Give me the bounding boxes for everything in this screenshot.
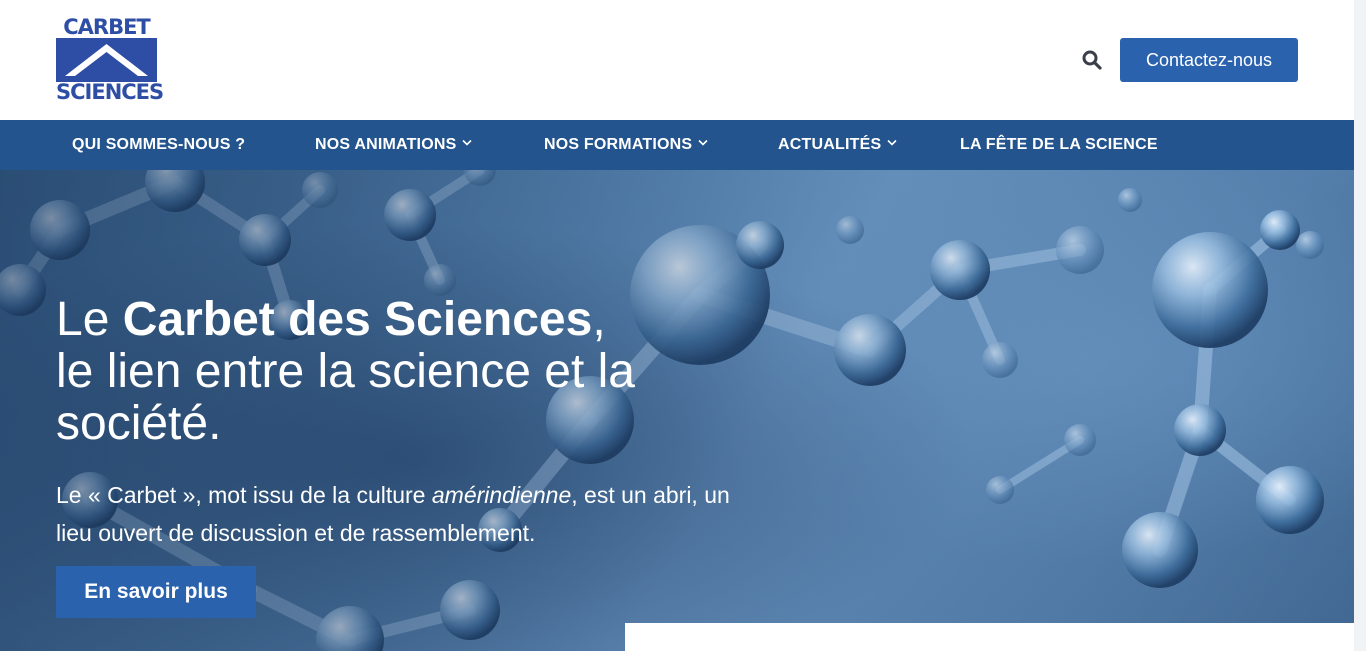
logo-text-bottom: SCIENCES	[56, 80, 164, 104]
search-button[interactable]	[1080, 48, 1104, 72]
chevron-down-icon	[698, 140, 708, 146]
page: CARBET SCIENCES Contactez-nous QUI SOMME…	[0, 0, 1354, 651]
learn-more-button[interactable]: En savoir plus	[56, 566, 256, 618]
hero-title-comma: ,	[592, 293, 606, 346]
site-header: CARBET SCIENCES Contactez-nous	[0, 0, 1354, 120]
nav-item-nos-formations[interactable]: NOS FORMATIONS	[544, 120, 708, 170]
nav-item-label: ACTUALITÉS	[778, 136, 882, 153]
hero-title-line2: le lien entre la science et la	[56, 345, 635, 398]
hero-description: Le « Carbet », mot issu de la culture am…	[56, 476, 756, 552]
search-icon	[1082, 50, 1102, 70]
content-panel-top	[625, 623, 1354, 651]
nav-item-label: QUI SOMMES-NOUS ?	[72, 136, 246, 153]
main-navigation: QUI SOMMES-NOUS ? NOS ANIMATIONS NOS FOR…	[0, 120, 1354, 170]
contact-button[interactable]: Contactez-nous	[1120, 38, 1298, 82]
hero-title-prefix: Le	[56, 293, 123, 346]
nav-item-label: NOS ANIMATIONS	[315, 136, 457, 153]
hero-title-line3: société.	[56, 397, 222, 450]
hero-text-italic: amérindienne	[431, 482, 572, 508]
nav-item-fete-de-la-science[interactable]: LA FÊTE DE LA SCIENCE	[960, 120, 1158, 170]
hero-text-part1: Le « Carbet », mot issu de la culture	[56, 482, 432, 508]
logo-roof-icon	[56, 38, 157, 82]
page-scrollbar[interactable]	[1354, 0, 1366, 651]
chevron-down-icon	[462, 140, 473, 146]
nav-item-qui-sommes-nous[interactable]: QUI SOMMES-NOUS ?	[72, 120, 245, 170]
nav-item-actualites[interactable]: ACTUALITÉS	[778, 120, 897, 170]
site-logo[interactable]: CARBET SCIENCES	[56, 15, 164, 104]
nav-item-label: LA FÊTE DE LA SCIENCE	[960, 136, 1158, 153]
hero-banner: Le Carbet des Sciences, le lien entre la…	[0, 170, 1354, 651]
nav-item-nos-animations[interactable]: NOS ANIMATIONS	[315, 120, 473, 170]
chevron-down-icon	[887, 140, 897, 146]
logo-text-top: CARBET	[63, 15, 151, 39]
hero-title-bold: Carbet des Sciences	[122, 293, 593, 346]
hero-title: Le Carbet des Sciences, le lien entre la…	[56, 294, 776, 450]
nav-item-label: NOS FORMATIONS	[544, 136, 693, 153]
